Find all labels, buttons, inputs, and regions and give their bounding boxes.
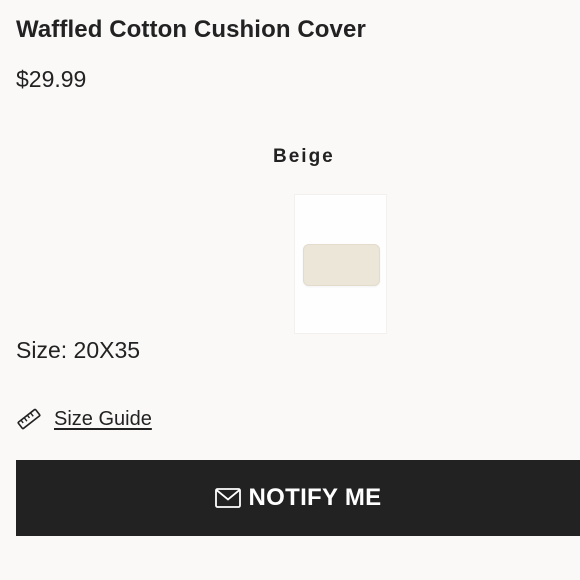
selected-color-label: Beige [273, 146, 335, 167]
product-price: $29.99 [16, 66, 87, 92]
mail-icon [214, 487, 241, 509]
ruler-icon [16, 406, 42, 432]
size-guide-link[interactable]: Size Guide [54, 408, 152, 431]
notify-me-button[interactable]: NOTIFY ME [16, 460, 580, 536]
size-guide[interactable]: Size Guide [16, 404, 152, 434]
color-swatch-beige[interactable] [294, 194, 387, 334]
product-details: Waffled Cotton Cushion Cover $29.99 Beig… [0, 0, 580, 580]
product-title: Waffled Cotton Cushion Cover [16, 16, 366, 43]
size-label: Size: 20X35 [16, 337, 141, 363]
notify-me-label: NOTIFY ME [248, 484, 382, 511]
cushion-thumbnail [303, 244, 380, 286]
